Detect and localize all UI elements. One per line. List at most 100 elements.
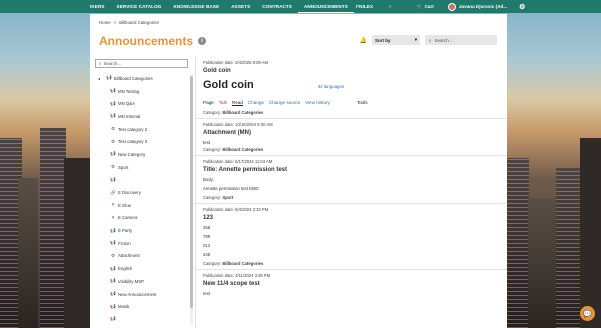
category-value: Billboard Categories	[222, 147, 264, 152]
category-item[interactable]: 📢 MN Q&A	[90, 97, 190, 110]
category-search-placeholder: Search...	[103, 61, 122, 66]
chat-icon[interactable]: 💬	[580, 306, 595, 321]
article-tabs: Page Talk Read Change Change source View…	[203, 100, 500, 106]
category-list: ◂ 📢 Billboard Categories 📢 MN Testing 📢 MN …	[90, 72, 190, 326]
sort-by-dropdown[interactable]: Sort by ▾	[372, 35, 420, 45]
category-item[interactable]: 📢 MN Internal	[90, 110, 190, 123]
link-icon: 🔗	[110, 189, 116, 195]
megaphone-icon: 📢	[110, 100, 116, 106]
category-value: Billboard Categories	[222, 110, 264, 115]
megaphone-icon: 📢	[110, 113, 116, 119]
category-item[interactable]: ⚙ Attachment	[90, 250, 190, 263]
announcement-title[interactable]: 123	[203, 215, 500, 221]
user-name: Jovana Djurovic (Ad...	[458, 4, 508, 9]
category-item[interactable]: 📢 Fiction	[90, 237, 190, 250]
chevron-down-icon: ▾	[414, 37, 417, 42]
tab-view-history[interactable]: View history	[305, 100, 330, 106]
cross-icon: ✕	[111, 214, 115, 220]
article-heading-text: Gold coin	[203, 79, 254, 91]
category-item[interactable]: 📢 New Announcement	[90, 288, 190, 301]
info-icon[interactable]: i	[198, 37, 207, 45]
tab-page[interactable]: Page	[203, 100, 214, 106]
page-title: Announcements	[99, 34, 194, 48]
tools-menu[interactable]: Tools	[357, 100, 368, 106]
header-controls: 🔔 Sort by ▾ ⌕ Search...	[360, 35, 497, 45]
cart-button[interactable]: 🛒 Cart	[409, 4, 442, 10]
category-item-label: Test category 2	[118, 126, 148, 132]
breadcrumb-separator: >	[113, 20, 117, 25]
bell-icon[interactable]: 🔔	[360, 37, 367, 44]
main-panel: Home > Billboard Categories Announcement…	[90, 14, 507, 328]
announcement-title[interactable]: Gold coin	[203, 68, 500, 74]
category-item-label: E Discovery	[118, 190, 141, 196]
category-item-label: Fiction	[118, 240, 131, 246]
announcement-line: 456	[203, 225, 211, 230]
nav-contracts[interactable]: CONTRACTS	[256, 0, 298, 13]
feed-item[interactable]: Publication date: 4/11/2024 3:38 PM New …	[196, 270, 507, 299]
category-item[interactable]: ✕ E Glue	[90, 199, 190, 212]
cart-label: Cart	[424, 4, 434, 9]
category-item-label: E Party	[118, 228, 133, 234]
settings-gear-icon[interactable]: ⚙	[513, 3, 531, 11]
category-value: Billboard Categories	[222, 261, 264, 266]
category-search-input[interactable]: ⌕ Search...	[95, 59, 188, 68]
nav-service-catalog[interactable]: SERVICE CATALOG	[111, 0, 168, 13]
nav-tickers[interactable]: IKERS	[84, 0, 111, 13]
announcement-line: 789	[203, 234, 211, 239]
category-value: Sport	[222, 195, 234, 200]
megaphone-icon: 📢	[110, 316, 116, 322]
announcement-title[interactable]: Attachment (MN)	[203, 130, 500, 136]
category-item[interactable]: 📢 Visibility MSP	[90, 275, 190, 288]
category-item[interactable]: 📢	[90, 313, 190, 326]
sidebar-scrollbar[interactable]	[190, 75, 193, 325]
breadcrumb-home[interactable]: Home	[99, 20, 111, 25]
category-item[interactable]: ✕ E Camera	[90, 212, 190, 225]
category-item[interactable]: 📢	[90, 174, 190, 187]
category-item-label: New Category	[118, 151, 146, 157]
nav-nilex[interactable]: i* NILEX	[354, 0, 379, 13]
user-menu[interactable]: Jovana Djurovic (Ad...	[442, 2, 513, 11]
feed-item[interactable]: Publication date: 6/17/2024 11:04 AM Tit…	[196, 156, 507, 204]
tab-change-source[interactable]: Change source	[269, 100, 300, 106]
category-item[interactable]: 📢 New Category	[90, 148, 190, 161]
category-item-label: Visibility MSP	[118, 278, 144, 284]
nilex-label: NILEX	[359, 4, 374, 9]
category-line: Category: Billboard Categories	[203, 110, 500, 115]
announcement-title[interactable]: New 11/4 scope test	[203, 281, 500, 287]
category-item[interactable]: ⚙ Sport	[90, 161, 190, 174]
announcement-body-text: Annette permission test EMG	[203, 186, 259, 191]
tab-change[interactable]: Change	[248, 100, 264, 106]
sidebar-scrollbar-thumb[interactable]	[190, 76, 193, 308]
gear-icon: ⚙	[110, 164, 116, 170]
category-item[interactable]: 📢 Musik	[90, 300, 190, 313]
search-input[interactable]: ⌕ Search...	[425, 35, 497, 45]
megaphone-icon: 📢	[110, 291, 116, 297]
publication-date: Publication date: 6/4/2024 2:33 PM	[203, 207, 269, 212]
tab-talk[interactable]: Talk	[219, 100, 227, 106]
category-item[interactable]: 📢 MN Testing	[90, 85, 190, 98]
megaphone-icon: 📢	[110, 303, 116, 309]
nav-knowledge-base[interactable]: KNOWLEDGE BASE	[167, 0, 225, 13]
feed-item[interactable]: Publication date: 10/16/2024 8:30 AM Att…	[196, 119, 507, 156]
category-item[interactable]: 📢 E Party	[90, 224, 190, 237]
feed-item[interactable]: Publication date: 3/4/2025 8:09 AM Gold …	[196, 57, 507, 119]
category-line: Category: Sport	[203, 195, 500, 200]
category-item[interactable]: 📢 English	[90, 262, 190, 275]
category-item-label: E Glue	[118, 202, 132, 208]
category-item[interactable]: 🔗 E Discovery	[90, 186, 190, 199]
languages-link[interactable]: 32 languages	[318, 84, 344, 89]
announcement-line: 345	[203, 252, 211, 257]
nav-assets[interactable]: ASSETS	[225, 0, 256, 13]
nav-scroll-right-icon[interactable]: ›	[385, 4, 395, 10]
nav-announcements[interactable]: ANNOUNCEMENTS	[297, 0, 354, 13]
category-item-label: MN Internal	[118, 113, 141, 119]
top-navigation: IKERS SERVICE CATALOG KNOWLEDGE BASE ASS…	[0, 0, 601, 13]
breadcrumb: Home > Billboard Categories	[99, 20, 159, 25]
tab-read[interactable]: Read	[231, 100, 243, 106]
category-item[interactable]: ⚙ Test category 3	[90, 135, 190, 148]
publication-date: Publication date: 6/17/2024 11:04 AM	[203, 159, 273, 164]
category-item[interactable]: ⚙ Test category 2	[90, 123, 190, 136]
feed-item[interactable]: Publication date: 6/4/2024 2:33 PM 123 4…	[196, 204, 507, 270]
category-root[interactable]: ◂ 📢 Billboard Categories	[90, 72, 190, 85]
announcement-title[interactable]: Title: Annette permission test	[203, 167, 500, 173]
